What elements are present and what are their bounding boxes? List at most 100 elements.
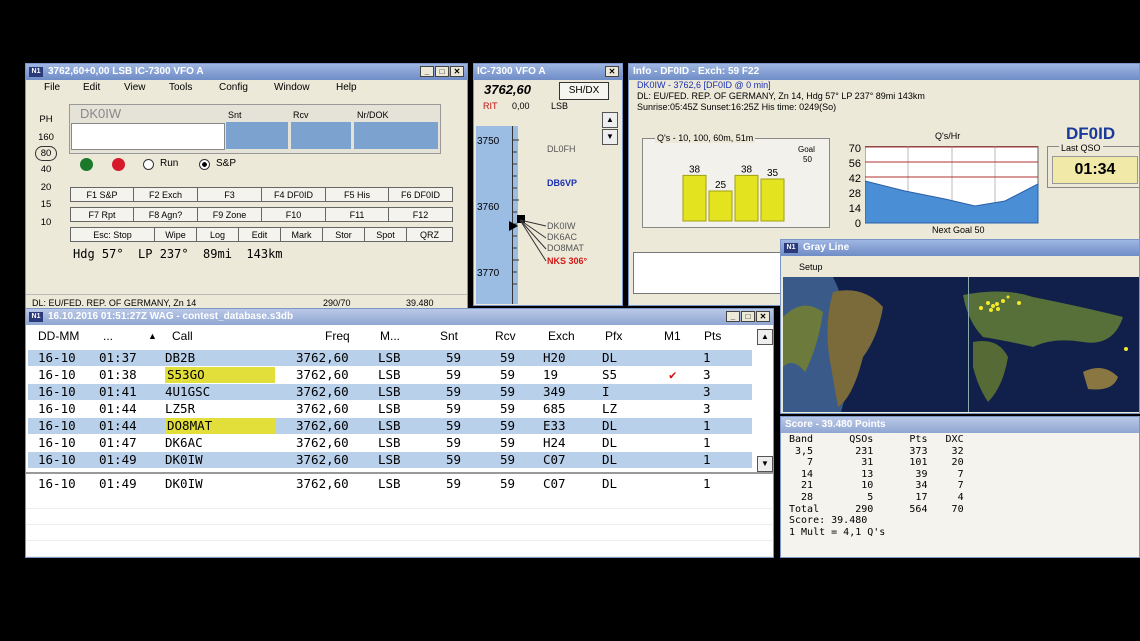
entry-window: N1 3762,60+0,00 LSB IC-7300 VFO A _ □ ✕ … bbox=[25, 63, 468, 311]
sp-radio[interactable] bbox=[199, 159, 210, 170]
grayline-titlebar[interactable]: N1 Gray Line bbox=[781, 240, 1139, 256]
band-40[interactable]: 40 bbox=[32, 161, 60, 179]
log-titlebar[interactable]: N1 16.10.2016 01:51:27Z WAG - contest_da… bbox=[26, 309, 773, 325]
log-button[interactable]: Log bbox=[196, 227, 239, 242]
cell-time: 01:49 bbox=[99, 452, 137, 467]
col-call[interactable]: Call bbox=[172, 328, 193, 345]
run-radio[interactable] bbox=[143, 159, 154, 170]
maximize-icon[interactable]: □ bbox=[741, 311, 755, 322]
bandmap-scroll-down[interactable]: ▼ bbox=[602, 129, 618, 145]
f1-key[interactable]: F1 S&P bbox=[70, 187, 134, 202]
score-titlebar[interactable]: Score - 39.480 Points bbox=[781, 417, 1139, 433]
call-input[interactable] bbox=[71, 123, 225, 150]
f3-key[interactable]: F3 bbox=[197, 187, 262, 202]
nr-dok-input[interactable] bbox=[354, 122, 438, 149]
next-goal-label: Next Goal 50 bbox=[932, 225, 985, 235]
menu-file[interactable]: File bbox=[44, 80, 60, 96]
cell-freq: 3762,60 bbox=[296, 476, 349, 491]
cell-exch: E33 bbox=[543, 418, 566, 433]
menu-view[interactable]: View bbox=[124, 80, 146, 96]
qs-bar-label: 25 bbox=[715, 180, 727, 191]
table-row[interactable]: 16-10 01:38 S53GO 3762,60 LSB 59 59 19 S… bbox=[28, 367, 752, 383]
mark-button[interactable]: Mark bbox=[280, 227, 323, 242]
grayline-setup-menu[interactable]: Setup bbox=[799, 262, 823, 272]
minimize-icon[interactable]: _ bbox=[420, 66, 434, 77]
spot-button[interactable]: Spot bbox=[364, 227, 407, 242]
col-exch[interactable]: Exch bbox=[548, 328, 575, 345]
band-160[interactable]: 160 bbox=[32, 129, 60, 147]
log-scroll-down[interactable]: ▼ bbox=[757, 456, 773, 472]
spot-dk6ac[interactable]: DK6AC bbox=[547, 232, 577, 242]
spot-dk0iw[interactable]: DK0IW bbox=[547, 221, 576, 231]
f6-key[interactable]: F6 DF0ID bbox=[388, 187, 453, 202]
col-pfx[interactable]: Pfx bbox=[605, 328, 622, 345]
sh-dx-button[interactable]: SH/DX bbox=[559, 82, 609, 100]
spot-nks[interactable]: NKS 306° bbox=[547, 256, 587, 266]
bandmap-scroll-up[interactable]: ▲ bbox=[602, 112, 618, 128]
table-row[interactable]: 16-10 01:49 DK0IW 3762,60 LSB 59 59 C07 … bbox=[28, 452, 752, 468]
f4-key[interactable]: F4 DF0ID bbox=[261, 187, 326, 202]
spot-do8mat[interactable]: DO8MAT bbox=[547, 243, 584, 253]
col-m1[interactable]: M1 bbox=[664, 328, 681, 345]
f5-key[interactable]: F5 His bbox=[325, 187, 389, 202]
f2-key[interactable]: F2 Exch bbox=[133, 187, 198, 202]
table-row[interactable]: 16-10 01:44 LZ5R 3762,60 LSB 59 59 685 L… bbox=[28, 401, 752, 417]
log-title: 16.10.2016 01:51:27Z WAG - contest_datab… bbox=[48, 311, 294, 322]
log-entry-row[interactable]: 16-10 01:49 DK0IW 3762,60 LSB 59 59 C07 … bbox=[28, 476, 752, 492]
col-mode[interactable]: M... bbox=[380, 328, 400, 345]
col-pts[interactable]: Pts bbox=[704, 328, 721, 345]
col-rcv[interactable]: Rcv bbox=[495, 328, 516, 345]
info-titlebar[interactable]: Info - DF0ID - Exch: 59 F22 bbox=[629, 64, 1139, 80]
spot-db6vp[interactable]: DB6VP bbox=[547, 178, 577, 188]
menu-help[interactable]: Help bbox=[336, 80, 357, 96]
table-row[interactable]: 16-10 01:37 DB2B 3762,60 LSB 59 59 H20 D… bbox=[28, 350, 752, 366]
band-20[interactable]: 20 bbox=[32, 179, 60, 197]
cell-date: 16-10 bbox=[38, 384, 76, 399]
band-80[interactable]: 80 bbox=[35, 146, 57, 161]
f8-key[interactable]: F8 Agn? bbox=[133, 207, 198, 222]
qrz-button[interactable]: QRZ bbox=[406, 227, 453, 242]
band-mode-ph[interactable]: PH bbox=[32, 111, 60, 129]
band-15[interactable]: 15 bbox=[32, 196, 60, 214]
spot-dl0fh[interactable]: DL0FH bbox=[547, 144, 576, 154]
col-date[interactable]: DD-MM bbox=[38, 328, 79, 345]
col-freq[interactable]: Freq bbox=[325, 328, 350, 345]
col-snt[interactable]: Snt bbox=[440, 328, 458, 345]
close-icon[interactable]: ✕ bbox=[450, 66, 464, 77]
bandmap-titlebar[interactable]: IC-7300 VFO A ✕ bbox=[474, 64, 622, 80]
menu-tools[interactable]: Tools bbox=[169, 80, 192, 96]
f10-key[interactable]: F10 bbox=[261, 207, 326, 222]
table-row[interactable]: 16-10 01:44 DO8MAT 3762,60 LSB 59 59 E33… bbox=[28, 418, 752, 434]
menu-window[interactable]: Window bbox=[274, 80, 310, 96]
edit-button[interactable]: Edit bbox=[238, 227, 281, 242]
cell-call: DK0IW bbox=[165, 452, 203, 467]
log-scroll-up[interactable]: ▲ bbox=[757, 329, 773, 345]
menu-edit[interactable]: Edit bbox=[83, 80, 100, 96]
maximize-icon[interactable]: □ bbox=[435, 66, 449, 77]
snt-input[interactable] bbox=[226, 122, 288, 149]
score-row-21: 21 10 34 7 bbox=[789, 480, 964, 492]
band-10[interactable]: 10 bbox=[32, 214, 60, 232]
rcv-input[interactable] bbox=[291, 122, 351, 149]
close-icon[interactable]: ✕ bbox=[605, 66, 619, 77]
score-row-28: 28 5 17 4 bbox=[789, 492, 964, 503]
f11-key[interactable]: F11 bbox=[325, 207, 389, 222]
table-row[interactable]: 16-10 01:41 4U1GSC 3762,60 LSB 59 59 349… bbox=[28, 384, 752, 400]
close-icon[interactable]: ✕ bbox=[756, 311, 770, 322]
f7-key[interactable]: F7 Rpt bbox=[70, 207, 134, 222]
score-window: Score - 39.480 Points Band QSOs Pts DXC … bbox=[780, 416, 1140, 558]
wipe-button[interactable]: Wipe bbox=[154, 227, 197, 242]
entry-window-titlebar[interactable]: N1 3762,60+0,00 LSB IC-7300 VFO A _ □ ✕ bbox=[26, 64, 467, 80]
f12-key[interactable]: F12 bbox=[388, 207, 453, 222]
table-row[interactable]: 16-10 01:47 DK6AC 3762,60 LSB 59 59 H24 … bbox=[28, 435, 752, 451]
col-time[interactable]: ... bbox=[103, 328, 113, 345]
menu-config[interactable]: Config bbox=[219, 80, 248, 96]
log-header-row: DD-MM ... ▲ Call Freq M... Snt Rcv Exch … bbox=[28, 328, 750, 345]
esc-stop-button[interactable]: Esc: Stop bbox=[70, 227, 155, 242]
stor-button[interactable]: Stor bbox=[322, 227, 365, 242]
f9-key[interactable]: F9 Zone bbox=[197, 207, 262, 222]
info-notes-box[interactable] bbox=[633, 252, 783, 294]
rate-tick: 56 bbox=[848, 158, 861, 170]
cell-pfx: I bbox=[602, 384, 610, 399]
minimize-icon[interactable]: _ bbox=[726, 311, 740, 322]
